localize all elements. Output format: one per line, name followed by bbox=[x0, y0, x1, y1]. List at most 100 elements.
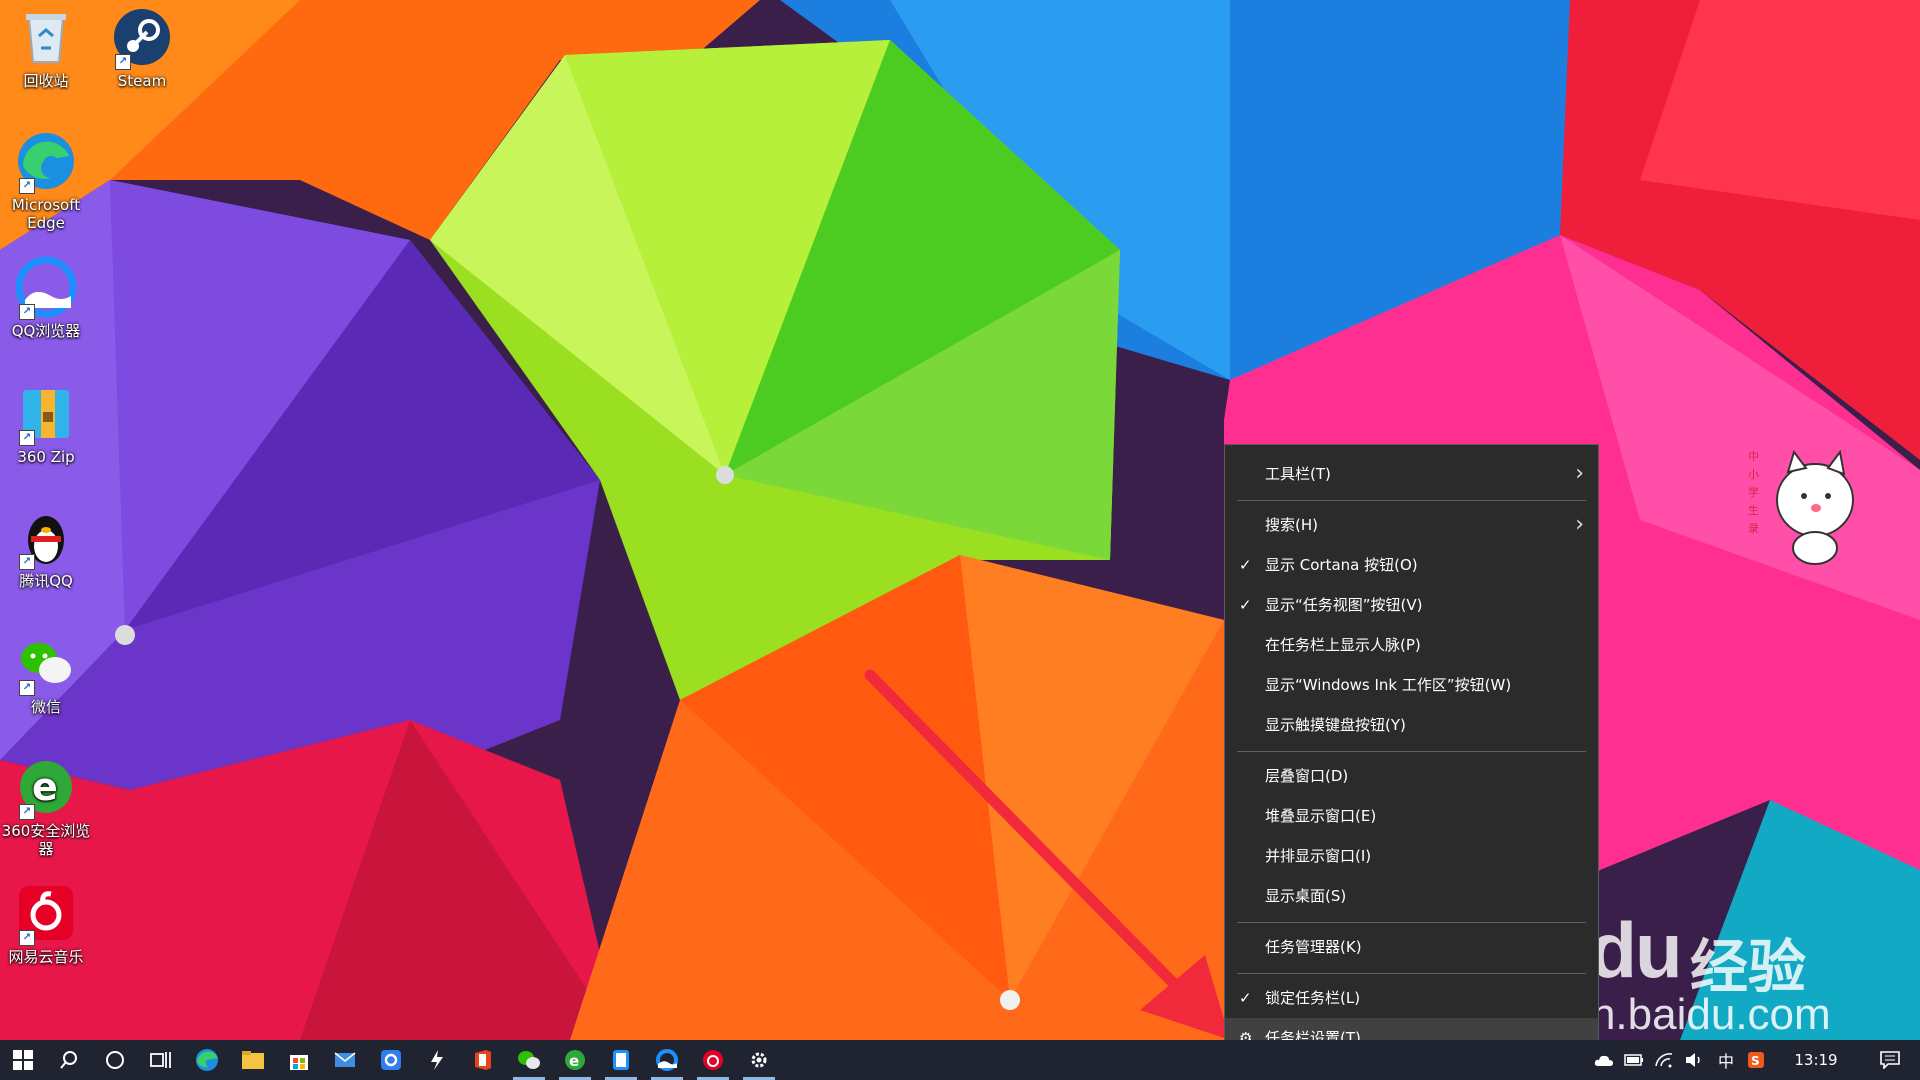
taskbar-app-bolt[interactable] bbox=[414, 1040, 460, 1080]
search-icon bbox=[60, 1051, 77, 1069]
menu-item-lock-taskbar[interactable]: ✓ 锁定任务栏(L) bbox=[1225, 978, 1598, 1018]
wechat-icon bbox=[518, 1051, 540, 1069]
taskbar-edge[interactable] bbox=[184, 1040, 230, 1080]
360-browser-shortcut[interactable]: e ↗ 360安全浏览器 bbox=[0, 756, 92, 858]
taskbar-360-browser[interactable]: e bbox=[552, 1040, 598, 1080]
menu-item-show-touch-keyboard[interactable]: 显示触摸键盘按钮(Y) bbox=[1225, 705, 1598, 745]
menu-item-label: 显示 Cortana 按钮(O) bbox=[1265, 556, 1418, 574]
svg-text:录: 录 bbox=[1748, 522, 1759, 535]
mail-icon bbox=[334, 1052, 356, 1067]
recycle-bin-shortcut[interactable]: 回收站 bbox=[0, 6, 92, 90]
wechat-icon: ↗ bbox=[15, 632, 77, 696]
chevron-right-icon: › bbox=[1575, 512, 1584, 537]
desktop-icon-label: 360安全浏览器 bbox=[1, 822, 91, 858]
battery-icon[interactable] bbox=[1620, 1040, 1648, 1080]
desktop-icon-label: QQ浏览器 bbox=[11, 322, 81, 340]
menu-item-label: 显示桌面(S) bbox=[1265, 887, 1347, 905]
menu-item-cascade-windows[interactable]: 层叠窗口(D) bbox=[1225, 756, 1598, 796]
steam-icon: ↗ bbox=[111, 6, 173, 70]
menu-item-search[interactable]: 搜索(H) › bbox=[1225, 505, 1598, 545]
menu-item-show-task-view[interactable]: ✓ 显示“任务视图”按钮(V) bbox=[1225, 585, 1598, 625]
cortana-button[interactable] bbox=[92, 1040, 138, 1080]
360-browser-icon: e ↗ bbox=[15, 756, 77, 820]
menu-separator bbox=[1237, 973, 1586, 974]
svg-text:学: 学 bbox=[1748, 485, 1759, 499]
checkmark-icon: ✓ bbox=[1239, 556, 1252, 574]
cortana-circle-icon bbox=[106, 1051, 124, 1069]
menu-item-label: 显示“Windows Ink 工作区”按钮(W) bbox=[1265, 676, 1512, 694]
desktop-icon-label: Microsoft Edge bbox=[11, 196, 81, 232]
input-method-indicator[interactable]: 中 bbox=[1712, 1040, 1740, 1080]
recycle-bin-icon bbox=[15, 6, 77, 68]
app-blue-icon bbox=[381, 1050, 401, 1070]
store-bag-icon bbox=[290, 1055, 308, 1070]
menu-item-task-manager[interactable]: 任务管理器(K) bbox=[1225, 927, 1598, 967]
tencent-qq-shortcut[interactable]: ↗ 腾讯QQ bbox=[0, 506, 92, 590]
wechat-shortcut[interactable]: ↗ 微信 bbox=[0, 632, 92, 716]
desktop-icons: 回收站 ↗ Steam ↗ Microsoft Edge ↗ QQ浏览器 ↗ 3… bbox=[0, 0, 200, 1040]
menu-item-show-cortana[interactable]: ✓ 显示 Cortana 按钮(O) bbox=[1225, 545, 1598, 585]
taskbar-store[interactable] bbox=[276, 1040, 322, 1080]
taskbar-app-note[interactable] bbox=[598, 1040, 644, 1080]
taskbar-wechat[interactable] bbox=[506, 1040, 552, 1080]
sogou-ime-icon[interactable]: S bbox=[1742, 1040, 1770, 1080]
taskbar-office[interactable] bbox=[460, 1040, 506, 1080]
checkmark-icon: ✓ bbox=[1239, 596, 1252, 614]
desktop-icon-label: 腾讯QQ bbox=[19, 572, 73, 590]
svg-text:小: 小 bbox=[1748, 468, 1759, 481]
svg-text:S: S bbox=[1751, 1054, 1760, 1068]
menu-item-stack-windows[interactable]: 堆叠显示窗口(E) bbox=[1225, 796, 1598, 836]
menu-item-label: 堆叠显示窗口(E) bbox=[1265, 807, 1377, 825]
system-tray: 中 S 13:19 bbox=[1590, 1040, 1920, 1080]
qq-browser-shortcut[interactable]: ↗ QQ浏览器 bbox=[0, 256, 92, 340]
menu-item-side-by-side[interactable]: 并排显示窗口(I) bbox=[1225, 836, 1598, 876]
taskbar-app-blue[interactable] bbox=[368, 1040, 414, 1080]
edge-icon: ↗ bbox=[15, 130, 77, 194]
search-button[interactable] bbox=[46, 1040, 92, 1080]
menu-item-label: 工具栏(T) bbox=[1265, 465, 1331, 483]
qq-browser-icon bbox=[656, 1049, 678, 1071]
clock-time[interactable]: 13:19 bbox=[1786, 1040, 1846, 1080]
edge-shortcut[interactable]: ↗ Microsoft Edge bbox=[0, 130, 92, 232]
steam-shortcut[interactable]: ↗ Steam bbox=[96, 6, 188, 90]
menu-item-show-desktop[interactable]: 显示桌面(S) bbox=[1225, 876, 1598, 916]
desktop-icon-label: 回收站 bbox=[23, 72, 69, 90]
menu-separator bbox=[1237, 751, 1586, 752]
netease-music-shortcut[interactable]: ↗ 网易云音乐 bbox=[0, 882, 92, 966]
menu-item-label: 任务管理器(K) bbox=[1265, 938, 1362, 956]
desktop-icon-label: 360 Zip bbox=[17, 448, 75, 466]
menu-item-show-people[interactable]: 在任务栏上显示人脉(P) bbox=[1225, 625, 1598, 665]
menu-item-label: 层叠窗口(D) bbox=[1265, 767, 1349, 785]
checkmark-icon: ✓ bbox=[1239, 989, 1252, 1007]
office-icon bbox=[475, 1050, 491, 1070]
taskbar-qq-browser[interactable] bbox=[644, 1040, 690, 1080]
menu-item-show-windows-ink[interactable]: 显示“Windows Ink 工作区”按钮(W) bbox=[1225, 665, 1598, 705]
svg-text:中: 中 bbox=[1748, 450, 1759, 463]
note-app-icon bbox=[613, 1050, 629, 1070]
menu-item-label: 搜索(H) bbox=[1265, 516, 1318, 534]
taskbar-mail[interactable] bbox=[322, 1040, 368, 1080]
taskbar-netease-music[interactable] bbox=[690, 1040, 736, 1080]
menu-item-toolbars[interactable]: 工具栏(T) › bbox=[1225, 454, 1598, 494]
menu-item-label: 在任务栏上显示人脉(P) bbox=[1265, 636, 1421, 654]
notification-icon bbox=[1880, 1051, 1900, 1069]
menu-separator bbox=[1237, 500, 1586, 501]
bolt-icon bbox=[431, 1050, 443, 1070]
start-button[interactable] bbox=[0, 1040, 46, 1080]
wifi-icon[interactable] bbox=[1650, 1040, 1678, 1080]
onedrive-cloud-icon[interactable] bbox=[1590, 1040, 1618, 1080]
taskbar-file-explorer[interactable] bbox=[230, 1040, 276, 1080]
menu-separator bbox=[1237, 922, 1586, 923]
action-center-button[interactable] bbox=[1870, 1040, 1910, 1080]
volume-icon[interactable] bbox=[1680, 1040, 1708, 1080]
360-zip-shortcut[interactable]: ↗ 360 Zip bbox=[0, 382, 92, 466]
menu-item-label: 显示触摸键盘按钮(Y) bbox=[1265, 716, 1406, 734]
task-view-button[interactable] bbox=[138, 1040, 184, 1080]
svg-text:e: e bbox=[569, 1052, 579, 1070]
svg-text:e: e bbox=[32, 765, 58, 809]
cartoon-cat-sticker: 中 小 学 生 录 bbox=[1748, 449, 1854, 565]
desktop-icon-label: Steam bbox=[117, 72, 167, 90]
360-zip-icon: ↗ bbox=[15, 382, 77, 446]
taskbar-settings[interactable] bbox=[736, 1040, 782, 1080]
svg-text:生: 生 bbox=[1748, 503, 1759, 517]
